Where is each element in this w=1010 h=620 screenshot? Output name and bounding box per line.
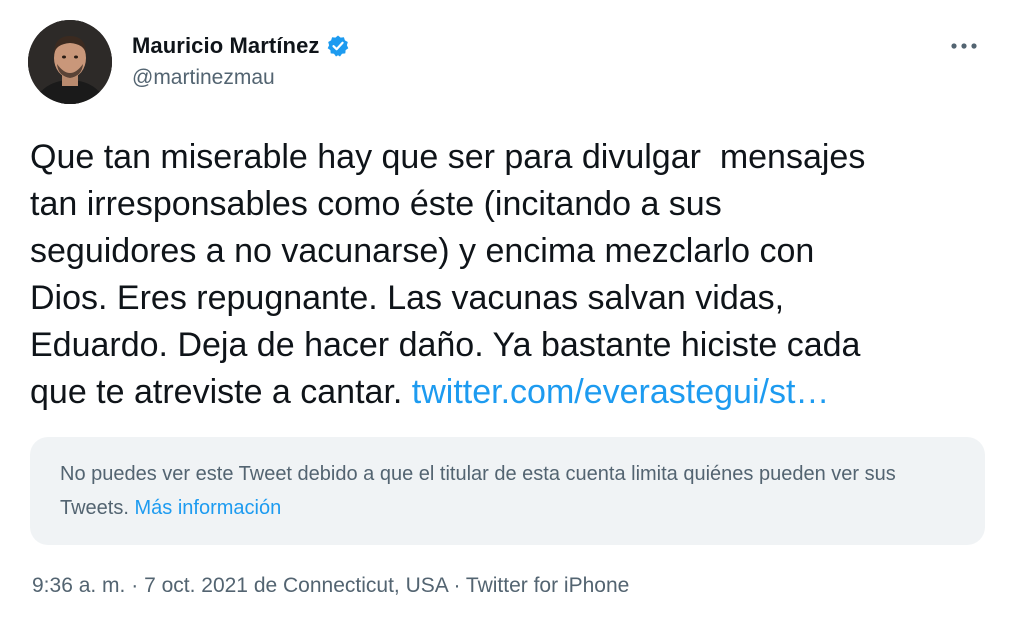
user-avatar-photo-icon xyxy=(28,20,112,104)
tweet-text-line: Dios. Eres repugnante. Las vacunas salva… xyxy=(30,279,785,317)
more-options-button[interactable] xyxy=(948,30,980,62)
author-display-name[interactable]: Mauricio Martínez xyxy=(132,33,320,59)
more-info-link[interactable]: Más información xyxy=(134,497,281,519)
tweet-date[interactable]: 7 oct. 2021 xyxy=(144,574,248,597)
meta-separator: · xyxy=(447,574,466,597)
more-horizontal-icon xyxy=(951,43,977,49)
verified-badge-icon xyxy=(326,34,350,58)
tweet-card: Mauricio Martínez @martinezmau Que tan m… xyxy=(0,0,1010,620)
meta-separator: · xyxy=(125,574,145,597)
tweet-text-line: tan irresponsables como éste (incitando … xyxy=(30,185,722,223)
tweet-client[interactable]: Twitter for iPhone xyxy=(466,574,629,597)
tweet-metadata: 9:36 a. m. · 7 oct. 2021 de Connecticut,… xyxy=(32,574,629,598)
tweet-text-line: Eduardo. Deja de hacer daño. Ya bastante… xyxy=(30,326,861,364)
tweet-text: Que tan miserable hay que ser para divul… xyxy=(30,134,990,416)
unavailable-quote-notice: No puedes ver este Tweet debido a que el… xyxy=(30,437,985,545)
tweet-time[interactable]: 9:36 a. m. xyxy=(32,574,125,597)
author-handle[interactable]: @martinezmau xyxy=(132,66,275,90)
tweet-text-line: que te atreviste a cantar. xyxy=(30,373,412,411)
avatar[interactable] xyxy=(28,20,112,104)
author-name-row: Mauricio Martínez xyxy=(132,30,350,62)
tweet-text-line: seguidores a no vacunarse) y encima mezc… xyxy=(30,232,815,270)
tweet-location: de Connecticut, USA xyxy=(253,574,448,597)
tweet-link[interactable]: twitter.com/everastegui/st… xyxy=(412,373,830,411)
tweet-text-line: Que tan miserable hay que ser para divul… xyxy=(30,138,866,176)
